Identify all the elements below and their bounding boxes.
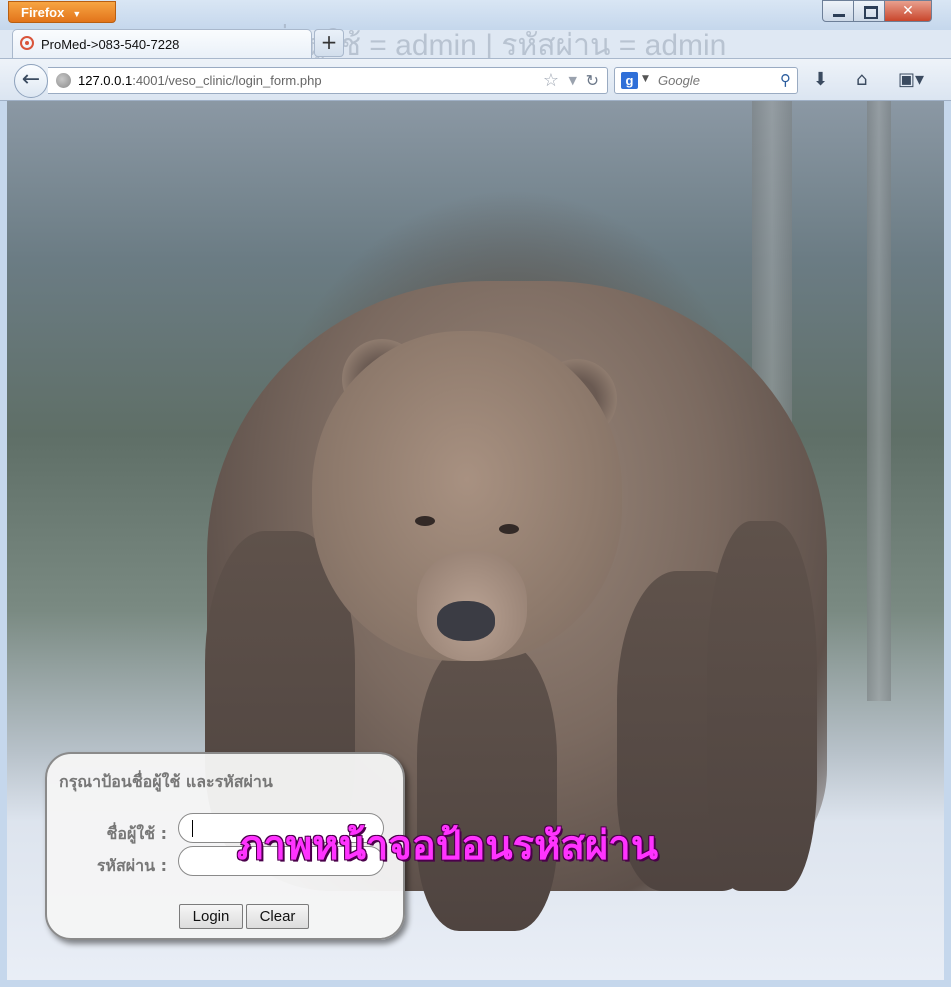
window-titlebar: ชื่อผู้ใช้ = admin | รหัสผ่าน = admin Fi… [0, 0, 951, 62]
google-icon[interactable]: g [621, 72, 638, 89]
username-label: ชื่อผู้ใช้ : [106, 824, 167, 843]
download-icon[interactable]: ⬇ [813, 69, 828, 90]
clear-button[interactable]: Clear [246, 904, 309, 929]
engine-dropdown-icon[interactable]: ▼ [642, 74, 649, 84]
firefox-menu-button[interactable]: Firefox ▼ [8, 1, 116, 23]
bear-nose [437, 601, 495, 641]
navigation-toolbar: 127.0.0.1:4001/veso_clinic/login_form.ph… [0, 58, 951, 101]
window-frame-right [944, 101, 951, 980]
history-dropdown-icon[interactable]: ▼ [569, 74, 577, 87]
bear-eye [499, 524, 519, 534]
page-content: กรุณาป้อนชื่อผู้ใช้ และรหัสผ่าน ชื่อผู้ใ… [7, 101, 944, 980]
bear-leg [707, 521, 817, 891]
bookmarks-menu-icon[interactable]: ▣▾ [898, 69, 932, 90]
minimize-button[interactable] [822, 0, 854, 22]
url-host: 127.0.0.1 [78, 73, 133, 88]
bear-eye [415, 516, 435, 526]
text-cursor [192, 820, 193, 837]
url-path: :4001/veso_clinic/login_form.php [132, 73, 322, 88]
search-bar[interactable]: g ▼ Google ⚲ [614, 67, 798, 94]
bookmark-star-icon[interactable]: ☆ [543, 70, 559, 91]
address-bar[interactable]: 127.0.0.1:4001/veso_clinic/login_form.ph… [48, 67, 608, 94]
overlay-caption: ภาพหน้าจอป้อนรหัสผ่าน [237, 823, 659, 869]
back-button[interactable]: ← [14, 64, 48, 98]
url-text: 127.0.0.1:4001/veso_clinic/login_form.ph… [78, 73, 322, 88]
window-frame-bottom [0, 980, 951, 987]
password-label: รหัสผ่าน : [96, 856, 167, 875]
login-heading: กรุณาป้อนชื่อผู้ใช้ และรหัสผ่าน [59, 772, 273, 791]
login-button[interactable]: Login [179, 904, 243, 929]
tab-active[interactable]: ProMed->083-540-7228 [12, 29, 312, 59]
home-icon[interactable]: ⌂ [856, 69, 867, 90]
favicon-icon [20, 36, 34, 50]
search-placeholder: Google [658, 73, 700, 88]
maximize-button[interactable] [853, 0, 885, 22]
bear-leg [417, 641, 557, 931]
search-icon[interactable]: ⚲ [780, 71, 791, 89]
tree-trunk [867, 101, 891, 701]
firefox-menu-label: Firefox [21, 5, 65, 20]
new-tab-button[interactable]: + [314, 29, 344, 57]
close-button[interactable]: ✕ [884, 0, 932, 22]
chevron-down-icon: ▼ [72, 9, 82, 19]
window-frame-left [0, 101, 7, 980]
close-icon: ✕ [902, 3, 914, 19]
globe-icon [56, 73, 71, 88]
reload-icon[interactable]: ↻ [586, 71, 599, 90]
back-arrow-icon: ← [21, 67, 41, 92]
tab-title: ProMed->083-540-7228 [41, 37, 180, 52]
